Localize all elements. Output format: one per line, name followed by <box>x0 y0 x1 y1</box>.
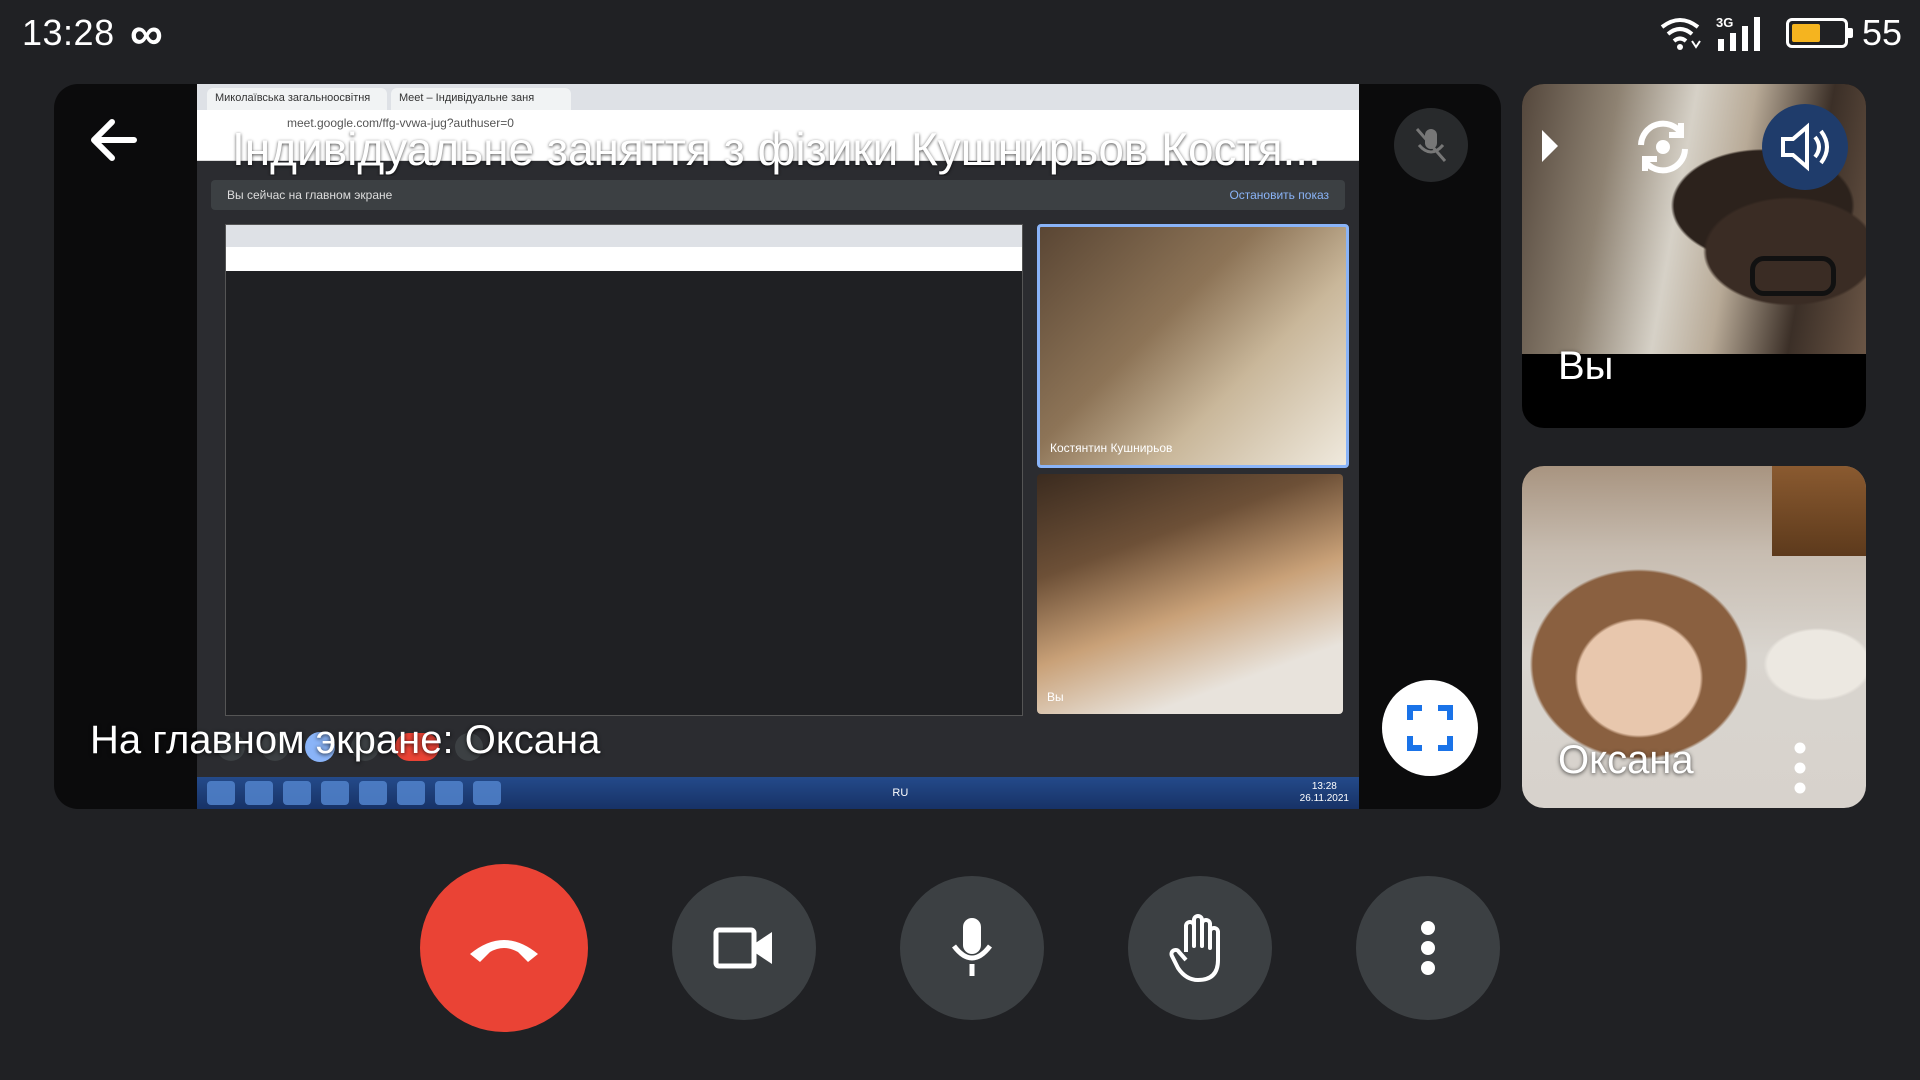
status-bar: 13:28 ∞ 3G 55 <box>0 0 1920 66</box>
microphone-button[interactable] <box>900 876 1044 1020</box>
main-stage[interactable]: Миколаївська загальноосвітня Meet – Інди… <box>54 84 1501 809</box>
ss-participant-tile: Вы <box>1037 474 1343 714</box>
ss-nested-screen <box>225 224 1023 716</box>
switch-camera-icon <box>1638 120 1688 174</box>
ss-clock: 13:28 26.11.2021 <box>1300 781 1349 805</box>
ss-firefox-icon <box>245 781 273 805</box>
ss-tile-name: Костянтин Кушнирьов <box>1050 441 1173 455</box>
ss-participant-tile: Костянтин Кушнирьов <box>1037 224 1349 468</box>
chevron-right-icon[interactable] <box>1538 126 1562 166</box>
top-right-controls <box>1510 100 1900 196</box>
status-time: 13:28 <box>22 12 115 53</box>
self-tile-name: Вы <box>1558 344 1614 388</box>
participant-name: Оксана <box>1558 738 1694 782</box>
ss-browser-tabs: Миколаївська загальноосвітня Meet – Інди… <box>197 84 1359 110</box>
ss-tab: Миколаївська загальноосвітня <box>207 88 387 110</box>
ss-banner-stop: Остановить показ <box>1229 188 1329 202</box>
meeting-title: Індивідуальне заняття з фізики Кушнирьов… <box>232 123 1321 175</box>
fullscreen-button[interactable] <box>1382 680 1478 776</box>
ss-tab: Meet – Індивідуальне заня <box>391 88 571 110</box>
switch-camera-button[interactable] <box>1620 104 1706 190</box>
raise-hand-icon <box>1169 914 1220 982</box>
more-vert-icon <box>1421 921 1435 975</box>
ss-clock-date: 26.11.2021 <box>1299 793 1349 804</box>
videocam-icon <box>713 927 772 969</box>
ss-lang: RU <box>892 787 909 799</box>
status-icons: 3G 55 <box>1658 10 1902 56</box>
more-options-button[interactable] <box>1356 876 1500 1020</box>
call-controls <box>0 864 1920 1032</box>
battery-fill <box>1791 24 1820 42</box>
ss-folder-icon <box>435 781 463 805</box>
ss-windows-taskbar: RU 13:28 26.11.2021 <box>197 777 1359 809</box>
participant-video-shelf <box>1772 466 1866 556</box>
mic-icon <box>952 918 992 976</box>
infinity-icon: ∞ <box>130 7 163 59</box>
back-button[interactable] <box>82 108 146 172</box>
camera-button[interactable] <box>672 876 816 1020</box>
ss-banner-text: Вы сейчас на главном экране <box>227 188 393 202</box>
ss-presenting-banner: Вы сейчас на главном экране Остановить п… <box>211 180 1345 210</box>
ss-viber-icon <box>283 781 311 805</box>
signal-icon: 3G <box>1716 13 1772 53</box>
end-call-button[interactable] <box>420 864 588 1032</box>
raise-hand-button[interactable] <box>1128 876 1272 1020</box>
network-type-label: 3G <box>1716 15 1733 30</box>
ss-chrome-icon <box>397 781 425 805</box>
muted-indicator <box>1394 108 1468 182</box>
arrow-left-icon <box>91 119 137 161</box>
self-video-glasses <box>1750 256 1836 296</box>
wifi-icon <box>1658 15 1702 51</box>
ss-chrome-icon <box>321 781 349 805</box>
ss-clock-time: 13:28 <box>1311 781 1337 792</box>
fullscreen-icon <box>1407 705 1453 751</box>
speaker-icon <box>1781 122 1829 172</box>
mic-off-icon <box>1415 128 1447 162</box>
ss-word-icon <box>359 781 387 805</box>
participant-tile-oksana[interactable]: Оксана <box>1522 466 1866 808</box>
phone-hangup-icon <box>470 940 538 962</box>
presentation-caption: На главном экране: Оксана <box>90 718 601 762</box>
ss-start-icon <box>207 781 235 805</box>
ss-tile-name: Вы <box>1047 690 1064 704</box>
shared-screen: Миколаївська загальноосвітня Meet – Інди… <box>197 84 1359 809</box>
battery-icon <box>1785 18 1853 48</box>
more-vert-icon[interactable] <box>1794 742 1806 794</box>
speaker-button[interactable] <box>1762 104 1848 190</box>
ss-paint-icon <box>473 781 501 805</box>
battery-level: 55 <box>1861 12 1902 53</box>
